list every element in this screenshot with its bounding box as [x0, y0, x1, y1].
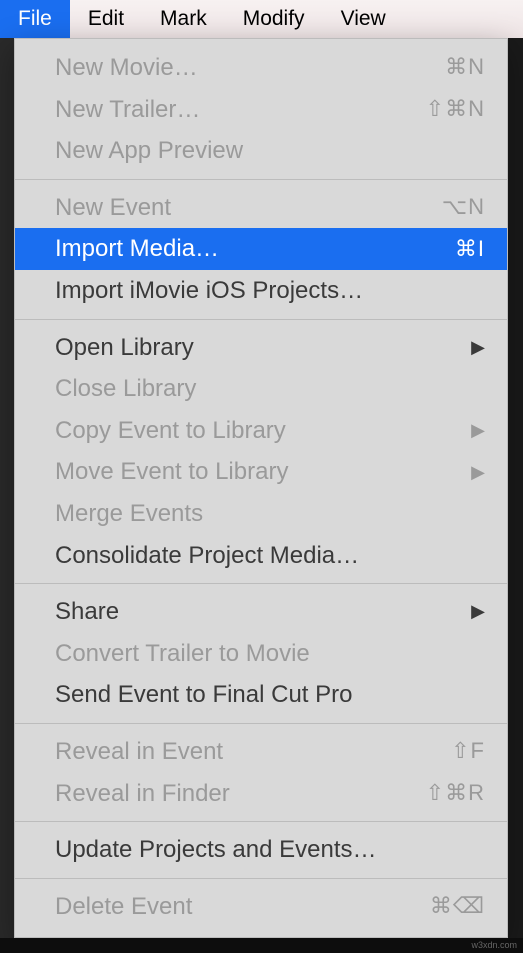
menubar-item-modify[interactable]: Modify [225, 0, 323, 38]
menu-item-shortcut: ⌘N [445, 52, 485, 83]
menu-item-new-app-preview[interactable]: New App Preview [15, 130, 507, 172]
submenu-arrow-icon: ▶ [471, 460, 485, 485]
menubar: File Edit Mark Modify View [0, 0, 523, 38]
menu-item-label: Consolidate Project Media… [55, 539, 485, 573]
menu-item-shortcut: ⇧F [451, 736, 485, 767]
menubar-label: Mark [160, 7, 207, 31]
menubar-label: View [341, 7, 386, 31]
file-menu-dropdown: New Movie… ⌘N New Trailer… ⇧⌘N New App P… [14, 38, 508, 938]
menu-item-new-movie[interactable]: New Movie… ⌘N [15, 47, 507, 89]
menu-item-import-imovie-ios[interactable]: Import iMovie iOS Projects… [15, 270, 507, 312]
background-sidebar-sliver [0, 38, 14, 938]
menu-item-shortcut: ⇧⌘N [426, 94, 485, 125]
menu-item-open-library[interactable]: Open Library ▶ [15, 327, 507, 369]
watermark-strip: w3xdn.com [0, 938, 523, 953]
menu-item-label: Open Library [55, 331, 471, 365]
menu-item-label: Import iMovie iOS Projects… [55, 274, 485, 308]
menu-item-copy-event-to-library[interactable]: Copy Event to Library ▶ [15, 410, 507, 452]
menu-item-update-projects-events[interactable]: Update Projects and Events… [15, 829, 507, 871]
menu-item-merge-events[interactable]: Merge Events [15, 493, 507, 535]
submenu-arrow-icon: ▶ [471, 335, 485, 360]
menu-item-label: New Event [55, 191, 432, 225]
menubar-label: File [18, 7, 52, 31]
menu-item-shortcut: ⌘⌫ [430, 891, 485, 922]
menu-item-label: Copy Event to Library [55, 414, 471, 448]
menubar-item-file[interactable]: File [0, 0, 70, 38]
menu-item-close-library[interactable]: Close Library [15, 368, 507, 410]
menu-item-convert-trailer[interactable]: Convert Trailer to Movie [15, 633, 507, 675]
menu-item-label: Send Event to Final Cut Pro [55, 678, 485, 712]
menu-separator [15, 583, 507, 584]
menu-separator [15, 821, 507, 822]
menu-item-delete-event[interactable]: Delete Event ⌘⌫ [15, 886, 507, 928]
submenu-arrow-icon: ▶ [471, 599, 485, 624]
menu-item-label: New App Preview [55, 134, 485, 168]
menu-item-send-to-fcp[interactable]: Send Event to Final Cut Pro [15, 674, 507, 716]
menubar-label: Modify [243, 7, 305, 31]
menubar-label: Edit [88, 7, 124, 31]
menu-item-label: Reveal in Finder [55, 777, 416, 811]
menu-item-label: Move Event to Library [55, 455, 471, 489]
menubar-item-view[interactable]: View [323, 0, 404, 38]
menu-item-new-trailer[interactable]: New Trailer… ⇧⌘N [15, 89, 507, 131]
menubar-item-mark[interactable]: Mark [142, 0, 225, 38]
menu-item-label: Update Projects and Events… [55, 833, 485, 867]
menu-item-label: Import Media… [55, 232, 445, 266]
menu-item-label: Close Library [55, 372, 485, 406]
menu-item-label: Reveal in Event [55, 735, 441, 769]
menu-item-label: New Movie… [55, 51, 435, 85]
menu-item-reveal-in-finder[interactable]: Reveal in Finder ⇧⌘R [15, 773, 507, 815]
watermark-text: w3xdn.com [471, 940, 517, 950]
menu-item-label: Delete Event [55, 890, 420, 924]
menu-item-shortcut: ⌥N [442, 192, 485, 223]
menu-item-shortcut: ⇧⌘R [426, 778, 485, 809]
menu-separator [15, 319, 507, 320]
menu-item-label: New Trailer… [55, 93, 416, 127]
menu-item-shortcut: ⌘I [455, 234, 485, 265]
menu-item-reveal-in-event[interactable]: Reveal in Event ⇧F [15, 731, 507, 773]
menu-item-import-media[interactable]: Import Media… ⌘I [15, 228, 507, 270]
menu-item-new-event[interactable]: New Event ⌥N [15, 187, 507, 229]
menu-item-consolidate-project-media[interactable]: Consolidate Project Media… [15, 535, 507, 577]
menu-item-share[interactable]: Share ▶ [15, 591, 507, 633]
menu-separator [15, 723, 507, 724]
menu-separator [15, 878, 507, 879]
menu-separator [15, 179, 507, 180]
menu-item-move-event-to-library[interactable]: Move Event to Library ▶ [15, 451, 507, 493]
menubar-item-edit[interactable]: Edit [70, 0, 142, 38]
menu-item-label: Merge Events [55, 497, 485, 531]
menu-item-label: Share [55, 595, 471, 629]
menu-item-label: Convert Trailer to Movie [55, 637, 485, 671]
submenu-arrow-icon: ▶ [471, 418, 485, 443]
